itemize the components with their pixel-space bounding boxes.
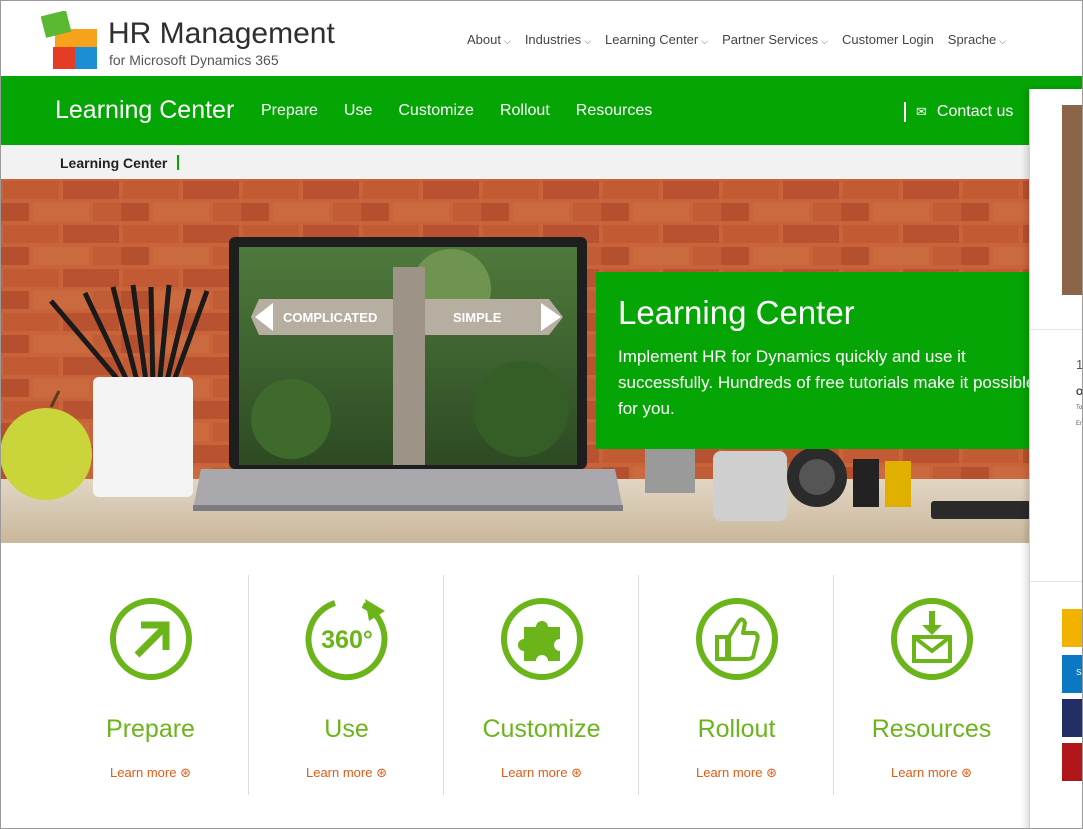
top-nav-learning-center[interactable]: Learning Center ⌵	[605, 32, 708, 47]
circle-arrow-right-icon: ⊛	[571, 765, 582, 780]
feature-use[interactable]: 360° Use Learn more ⊛	[249, 575, 444, 795]
feature-title: Use	[324, 715, 369, 743]
panel-text: To	[1076, 405, 1083, 411]
divider	[1030, 329, 1082, 330]
contact-us-link[interactable]: ✉ Contact us	[904, 102, 1013, 122]
yellow-tile[interactable]	[1062, 609, 1082, 647]
hero-title: Learning Center	[618, 294, 855, 331]
hero-description: Implement HR for Dynamics quickly and us…	[618, 347, 1036, 418]
contact-us-label: Contact us	[936, 103, 1014, 120]
section-nav-customize[interactable]: Customize	[398, 102, 474, 120]
breadcrumb-current[interactable]: Learning Center	[60, 155, 167, 171]
arrow-up-right-icon	[110, 598, 192, 680]
section-navigation-bar: Learning Center Prepare Use Customize Ro…	[1, 76, 1082, 145]
svg-text:360°: 360°	[321, 626, 373, 654]
learn-more-link[interactable]: Learn more ⊛	[249, 765, 444, 781]
learn-more-link[interactable]: Learn more ⊛	[834, 765, 1029, 781]
envelope-icon: ✉	[916, 104, 927, 119]
chevron-down-icon: ⌵	[584, 36, 592, 46]
hero-card: Learning Center Implement HR for Dynamic…	[596, 272, 1046, 449]
sign-right-text: SIMPLE	[453, 310, 502, 325]
top-nav-about[interactable]: About ⌵	[467, 32, 511, 47]
feature-resources[interactable]: Resources Learn more ⊛	[834, 575, 1029, 795]
circle-arrow-right-icon: ⊛	[376, 765, 387, 780]
learn-more-link[interactable]: Learn more ⊛	[444, 765, 639, 781]
feature-title: Rollout	[697, 715, 776, 743]
circle-arrow-right-icon: ⊛	[766, 765, 777, 780]
browser-frame: HR Management for Microsoft Dynamics 365…	[0, 0, 1083, 829]
panel-number: 1	[1076, 357, 1083, 372]
side-overlay-panel[interactable]: 1 O To Er Sa	[1029, 89, 1083, 828]
section-title[interactable]: Learning Center	[55, 96, 234, 125]
breadcrumb-separator	[177, 155, 179, 170]
feature-grid: Prepare Learn more ⊛ 360° Use Learn more…	[53, 575, 1029, 795]
top-nav-partner-services[interactable]: Partner Services ⌵	[722, 32, 828, 47]
circle-arrow-right-icon: ⊛	[180, 765, 191, 780]
top-navigation: About ⌵ Industries ⌵ Learning Center ⌵ Part…	[467, 32, 1020, 47]
360-icon: 360°	[305, 599, 388, 681]
panel-link[interactable]: Er	[1076, 421, 1082, 427]
section-nav-use[interactable]: Use	[344, 102, 372, 120]
feature-prepare[interactable]: Prepare Learn more ⊛	[53, 575, 248, 795]
top-nav-customer-login[interactable]: Customer Login	[842, 32, 934, 47]
navy-tile[interactable]	[1062, 699, 1082, 737]
feature-customize[interactable]: Customize Learn more ⊛	[444, 575, 639, 795]
panel-heading: O	[1076, 387, 1083, 397]
feature-rollout[interactable]: Rollout Learn more ⊛	[639, 575, 834, 795]
circle-arrow-right-icon: ⊛	[961, 765, 972, 780]
brand-subtitle: for Microsoft Dynamics 365	[109, 52, 279, 68]
brand-title: HR Management	[108, 17, 335, 50]
chevron-down-icon: ⌵	[701, 36, 709, 46]
section-nav: Prepare Use Customize Rollout Resources	[261, 102, 678, 120]
sign-left-text: COMPLICATED	[283, 310, 377, 325]
person-photo	[1062, 105, 1082, 295]
learn-more-link[interactable]: Learn more ⊛	[53, 765, 248, 781]
brand-logo[interactable]: HR Management for Microsoft Dynamics 365	[41, 11, 341, 71]
feature-title: Prepare	[106, 715, 195, 743]
puzzle-icon	[501, 598, 583, 680]
section-nav-rollout[interactable]: Rollout	[500, 102, 550, 120]
mail-download-icon	[891, 598, 973, 680]
top-nav-industries[interactable]: Industries ⌵	[525, 32, 591, 47]
chevron-down-icon: ⌵	[503, 36, 511, 46]
learn-more-link[interactable]: Learn more ⊛	[639, 765, 834, 781]
breadcrumb: Learning Center	[1, 145, 1082, 179]
chevron-down-icon: ⌵	[821, 36, 828, 46]
hero-banner: COMPLICATED SIMPLE Learning Center Imple…	[1, 179, 1082, 543]
section-nav-resources[interactable]: Resources	[576, 102, 652, 120]
feature-title: Customize	[482, 715, 601, 743]
site-header: HR Management for Microsoft Dynamics 365…	[1, 1, 1082, 76]
red-tile[interactable]	[1062, 743, 1082, 781]
puzzle-logo-icon	[41, 11, 97, 69]
chevron-down-icon: ⌵	[999, 36, 1007, 46]
thumbs-up-icon	[696, 598, 778, 680]
divider	[904, 102, 906, 122]
blue-tile[interactable]: Sa	[1062, 655, 1082, 693]
divider	[1030, 581, 1082, 582]
feature-title: Resources	[871, 715, 992, 743]
top-nav-language[interactable]: Sprache ⌵	[948, 32, 1006, 47]
section-nav-prepare[interactable]: Prepare	[261, 102, 318, 120]
